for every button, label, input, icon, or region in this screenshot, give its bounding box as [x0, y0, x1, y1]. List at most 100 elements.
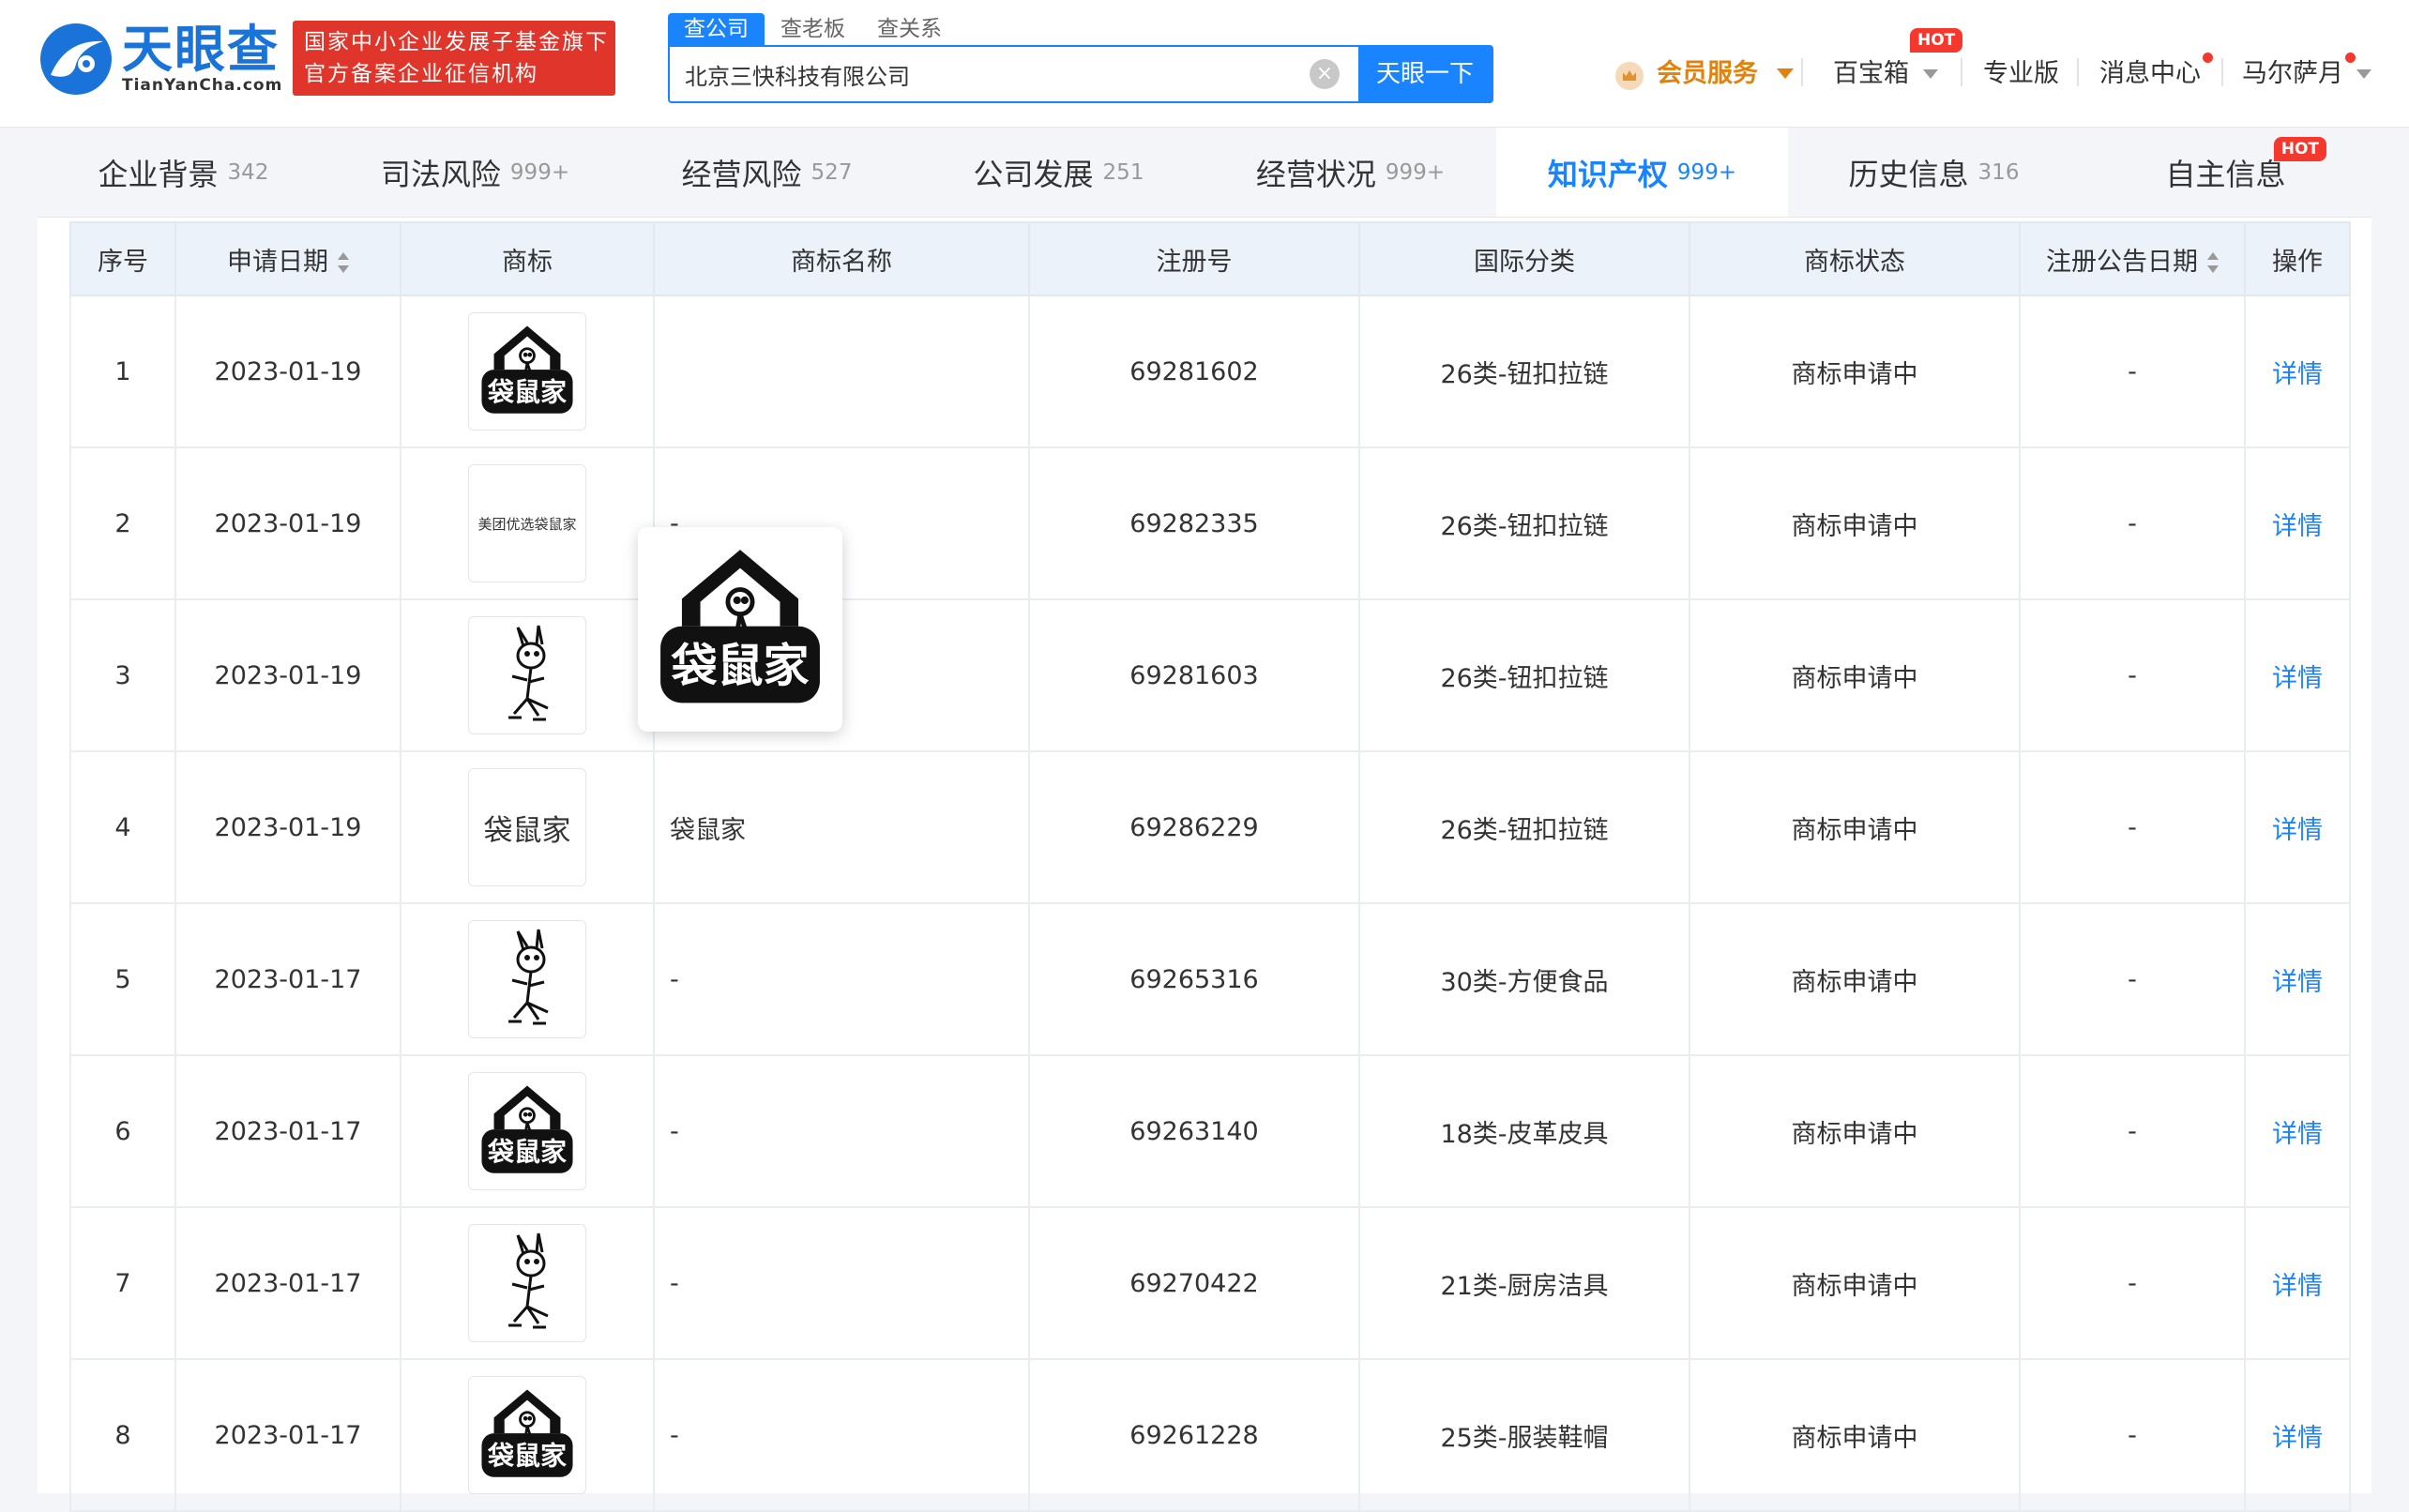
nav-pro-version[interactable]: 专业版: [1983, 53, 2059, 89]
table-row: 5 2023-01-17 - 69265316 30类-方便食品 商标申请中 -…: [69, 902, 2351, 1056]
cell-intl-class: 25类-服装鞋帽: [1358, 1358, 1690, 1512]
nav-divider: [2221, 58, 2223, 86]
cell-trademark: 袋鼠家: [400, 1054, 655, 1208]
kangaroo-mascot-image: [508, 1232, 549, 1329]
chevron-down-icon: [1923, 69, 1938, 79]
cell-apply-date: 2023-01-19: [174, 446, 402, 600]
cell-apply-date: 2023-01-19: [174, 750, 402, 904]
cell-apply-date: 2023-01-19: [174, 598, 402, 752]
cell-apply-date: 2023-01-17: [174, 1358, 402, 1512]
search-tab-company[interactable]: 查公司: [668, 13, 765, 45]
trademark-thumbnail[interactable]: 袋鼠家: [468, 1072, 586, 1190]
notification-dot: [2345, 53, 2356, 63]
logo-chinese-text: 天眼查: [122, 20, 280, 79]
search-type-tabs: 查公司 查老板 查关系: [668, 13, 958, 45]
search-tab-boss[interactable]: 查老板: [765, 13, 861, 45]
details-link[interactable]: 详情: [2244, 750, 2351, 904]
trademark-thumbnail[interactable]: 袋鼠家: [468, 1376, 586, 1494]
tab-company-development[interactable]: 公司发展 251: [913, 128, 1204, 217]
nav-toolbox[interactable]: 百宝箱: [1833, 53, 1909, 89]
logo-text: 袋鼠家: [487, 1441, 567, 1472]
nav-user-menu[interactable]: 马尔萨月: [2242, 53, 2343, 89]
cell-status: 商标申请中: [1689, 598, 2021, 752]
trademark-thumbnail[interactable]: [468, 616, 586, 734]
cell-apply-date: 2023-01-19: [174, 295, 402, 448]
table-header-row: 序号 申请日期 商标 商标名称 注册号 国际分类 商标状态 注册公告日期 操作: [69, 221, 2351, 296]
logo-text: 袋鼠家: [487, 1137, 567, 1168]
tab-count: 342: [227, 159, 269, 185]
tab-history-info[interactable]: 历史信息 316: [1788, 128, 2080, 217]
notification-dot: [2203, 53, 2213, 63]
cell-trademark: 袋鼠家: [400, 750, 655, 904]
details-link[interactable]: 详情: [2244, 902, 2351, 1056]
table-row: 8 2023-01-17 袋鼠家 - 69261228 25类-服装鞋帽 商标申…: [69, 1358, 2351, 1512]
logo-english-text: TianYanCha.com: [122, 76, 283, 95]
cell-pub-date: -: [2019, 1206, 2246, 1360]
trademark-text-logo: 美团优选袋鼠家: [477, 515, 577, 533]
tab-operating-status[interactable]: 经营状况 999+: [1204, 128, 1496, 217]
search-tab-relation[interactable]: 查关系: [861, 13, 958, 45]
sort-icon[interactable]: [338, 252, 349, 273]
search-button[interactable]: 天眼一下: [1358, 47, 1492, 101]
tab-intellectual-property[interactable]: 知识产权 999+: [1496, 128, 1788, 217]
cell-index: 6: [69, 1054, 176, 1208]
cell-reg-number: 69263140: [1028, 1054, 1360, 1208]
details-link[interactable]: 详情: [2244, 1054, 2351, 1208]
nav-message-center[interactable]: 消息中心: [2099, 53, 2201, 89]
cell-status: 商标申请中: [1689, 446, 2021, 600]
col-header-pub-date[interactable]: 注册公告日期: [2019, 221, 2246, 296]
tab-label: 公司发展: [973, 156, 1094, 192]
tab-count: 999+: [1385, 159, 1446, 185]
cell-trademark: [400, 902, 655, 1056]
nav-member-service[interactable]: 会员服务: [1657, 53, 1758, 89]
logo-text: 袋鼠家: [670, 640, 809, 693]
trademark-thumbnail[interactable]: 袋鼠家: [468, 312, 586, 431]
kangaroo-house-logo-image: 袋鼠家: [481, 325, 573, 414]
clear-icon[interactable]: ×: [1310, 59, 1340, 89]
cell-reg-number: 69270422: [1028, 1206, 1360, 1360]
trademark-table: 序号 申请日期 商标 商标名称 注册号 国际分类 商标状态 注册公告日期 操作 …: [69, 221, 2351, 1512]
details-link[interactable]: 详情: [2244, 598, 2351, 752]
col-header-apply-date[interactable]: 申请日期: [174, 221, 402, 296]
table-row: 4 2023-01-19 袋鼠家 袋鼠家 69286229 26类-钮扣拉链 商…: [69, 750, 2351, 904]
table-row: 3 2023-01-19 - 69281603 26类-钮扣拉链 商标申请中 -…: [69, 598, 2351, 752]
cell-trademark-name: -: [653, 1358, 1030, 1512]
badge-line-1: 国家中小企业发展子基金旗下: [304, 30, 609, 54]
cell-trademark-name: -: [653, 902, 1030, 1056]
cell-intl-class: 26类-钮扣拉链: [1358, 750, 1690, 904]
trademark-thumbnail[interactable]: 美团优选袋鼠家: [468, 464, 586, 582]
trademark-thumbnail[interactable]: [468, 1224, 586, 1342]
nav-divider: [1961, 58, 1962, 86]
search-input[interactable]: [670, 47, 1310, 101]
details-link[interactable]: 详情: [2244, 295, 2351, 448]
cell-index: 2: [69, 446, 176, 600]
details-link[interactable]: 详情: [2244, 1358, 2351, 1512]
crown-icon: [1615, 62, 1644, 90]
details-link[interactable]: 详情: [2244, 1206, 2351, 1360]
tab-company-background[interactable]: 企业背景 342: [38, 128, 329, 217]
cell-status: 商标申请中: [1689, 1206, 2021, 1360]
tab-self-info[interactable]: 自主信息 HOT: [2080, 128, 2371, 217]
cell-reg-number: 69281602: [1028, 295, 1360, 448]
site-logo[interactable]: 天眼查 TianYanCha.com: [38, 21, 282, 98]
sort-icon[interactable]: [2207, 252, 2219, 273]
tab-count: 251: [1102, 159, 1144, 185]
kangaroo-house-logo-image: 袋鼠家: [481, 1085, 573, 1173]
cell-reg-number: 69286229: [1028, 750, 1360, 904]
trademark-thumbnail[interactable]: [468, 920, 586, 1038]
tab-count: 999+: [1676, 159, 1737, 185]
trademark-text-logo: 袋鼠家: [483, 813, 571, 848]
col-header-index: 序号: [69, 221, 176, 296]
tab-operating-risk[interactable]: 经营风险 527: [621, 128, 913, 217]
tab-judicial-risk[interactable]: 司法风险 999+: [329, 128, 621, 217]
tab-label: 历史信息: [1848, 156, 1969, 192]
col-header-intl-class: 国际分类: [1358, 221, 1690, 296]
table-row: 6 2023-01-17 袋鼠家 - 69263140 18类-皮革皮具 商标申…: [69, 1054, 2351, 1208]
col-header-trademark-name: 商标名称: [653, 221, 1030, 296]
details-link[interactable]: 详情: [2244, 446, 2351, 600]
cell-intl-class: 30类-方便食品: [1358, 902, 1690, 1056]
cell-pub-date: -: [2019, 598, 2246, 752]
cell-trademark-name: -: [653, 1206, 1030, 1360]
trademark-thumbnail[interactable]: 袋鼠家: [468, 768, 586, 886]
cell-index: 8: [69, 1358, 176, 1512]
